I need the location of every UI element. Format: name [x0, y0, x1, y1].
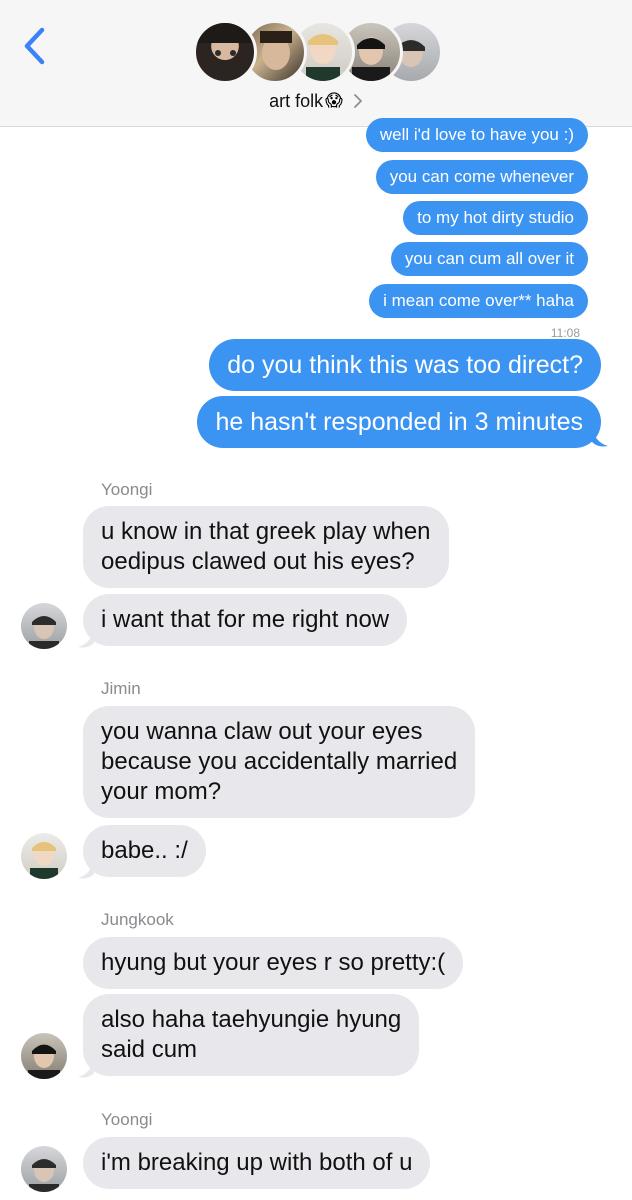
sender-name: Yoongi — [101, 1110, 153, 1129]
message-text: babe.. :/ — [101, 837, 188, 864]
incoming-message-bubble[interactable]: hyung but your eyes r so pretty:( — [83, 937, 464, 989]
chevron-right-icon — [353, 94, 362, 108]
message-text: also haha taehyungie hyung — [101, 1006, 402, 1033]
avatar[interactable] — [21, 833, 67, 879]
message-text: because you accidentally married — [101, 748, 458, 775]
outgoing-message-bubble[interactable]: well i'd love to have you :) — [365, 118, 588, 152]
message-text: your mom? — [101, 778, 222, 805]
avatar[interactable] — [21, 1033, 67, 1079]
message-text: i'm breaking up with both of u — [101, 1149, 413, 1176]
incoming-message-bubble[interactable]: u know in that greek play when oedipus c… — [83, 506, 449, 588]
outgoing-message-bubble[interactable]: i mean come over** haha — [369, 284, 588, 318]
sender-name: Jimin — [101, 679, 141, 698]
incoming-message-bubble[interactable]: you wanna claw out your eyes because you… — [83, 706, 476, 818]
outgoing-message-bubble[interactable]: he hasn't responded in 3 minutes — [197, 396, 601, 448]
message-text: said cum — [101, 1036, 198, 1063]
outgoing-message-bubble[interactable]: you can cum all over it — [390, 242, 588, 276]
message-text: oedipus clawed out his eyes? — [101, 548, 415, 575]
outgoing-message-bubble[interactable]: to my hot dirty studio — [403, 201, 588, 235]
bubble-tail — [78, 1057, 94, 1078]
bubble-tail — [78, 858, 94, 879]
message-timestamp: 11:08 — [550, 326, 580, 338]
chevron-left-icon[interactable] — [18, 24, 54, 68]
conversation-header: art folk 😱 — [0, 0, 632, 127]
message-text: i want that for me right now — [101, 606, 390, 633]
incoming-message-bubble[interactable]: i want that for me right now — [83, 594, 408, 646]
avatar[interactable] — [21, 603, 67, 649]
message-text: you wanna claw out your eyes — [101, 718, 423, 745]
outgoing-message-bubble[interactable]: you can come whenever — [375, 160, 588, 194]
group-avatars[interactable] — [193, 20, 443, 84]
group-name: art folk — [269, 90, 324, 111]
message-text: hyung but your eyes r so pretty:( — [101, 949, 446, 976]
screaming-face-emoji: 😱 — [325, 91, 343, 110]
sender-name: Jungkook — [101, 910, 174, 929]
incoming-message-bubble[interactable]: i'm breaking up with both of u — [83, 1137, 431, 1189]
message-text: u know in that greek play when — [101, 518, 431, 545]
bubble-tail — [592, 426, 608, 447]
avatar[interactable] — [21, 1146, 67, 1192]
incoming-message-bubble[interactable]: babe.. :/ — [83, 825, 206, 877]
group-name-button[interactable]: art folk 😱 — [0, 87, 632, 115]
avatar — [193, 20, 257, 84]
outgoing-message-bubble[interactable]: do you think this was too direct? — [209, 339, 601, 391]
incoming-message-bubble[interactable]: also haha taehyungie hyung said cum — [83, 994, 420, 1076]
sender-name: Yoongi — [101, 480, 153, 499]
bubble-tail — [78, 627, 94, 648]
